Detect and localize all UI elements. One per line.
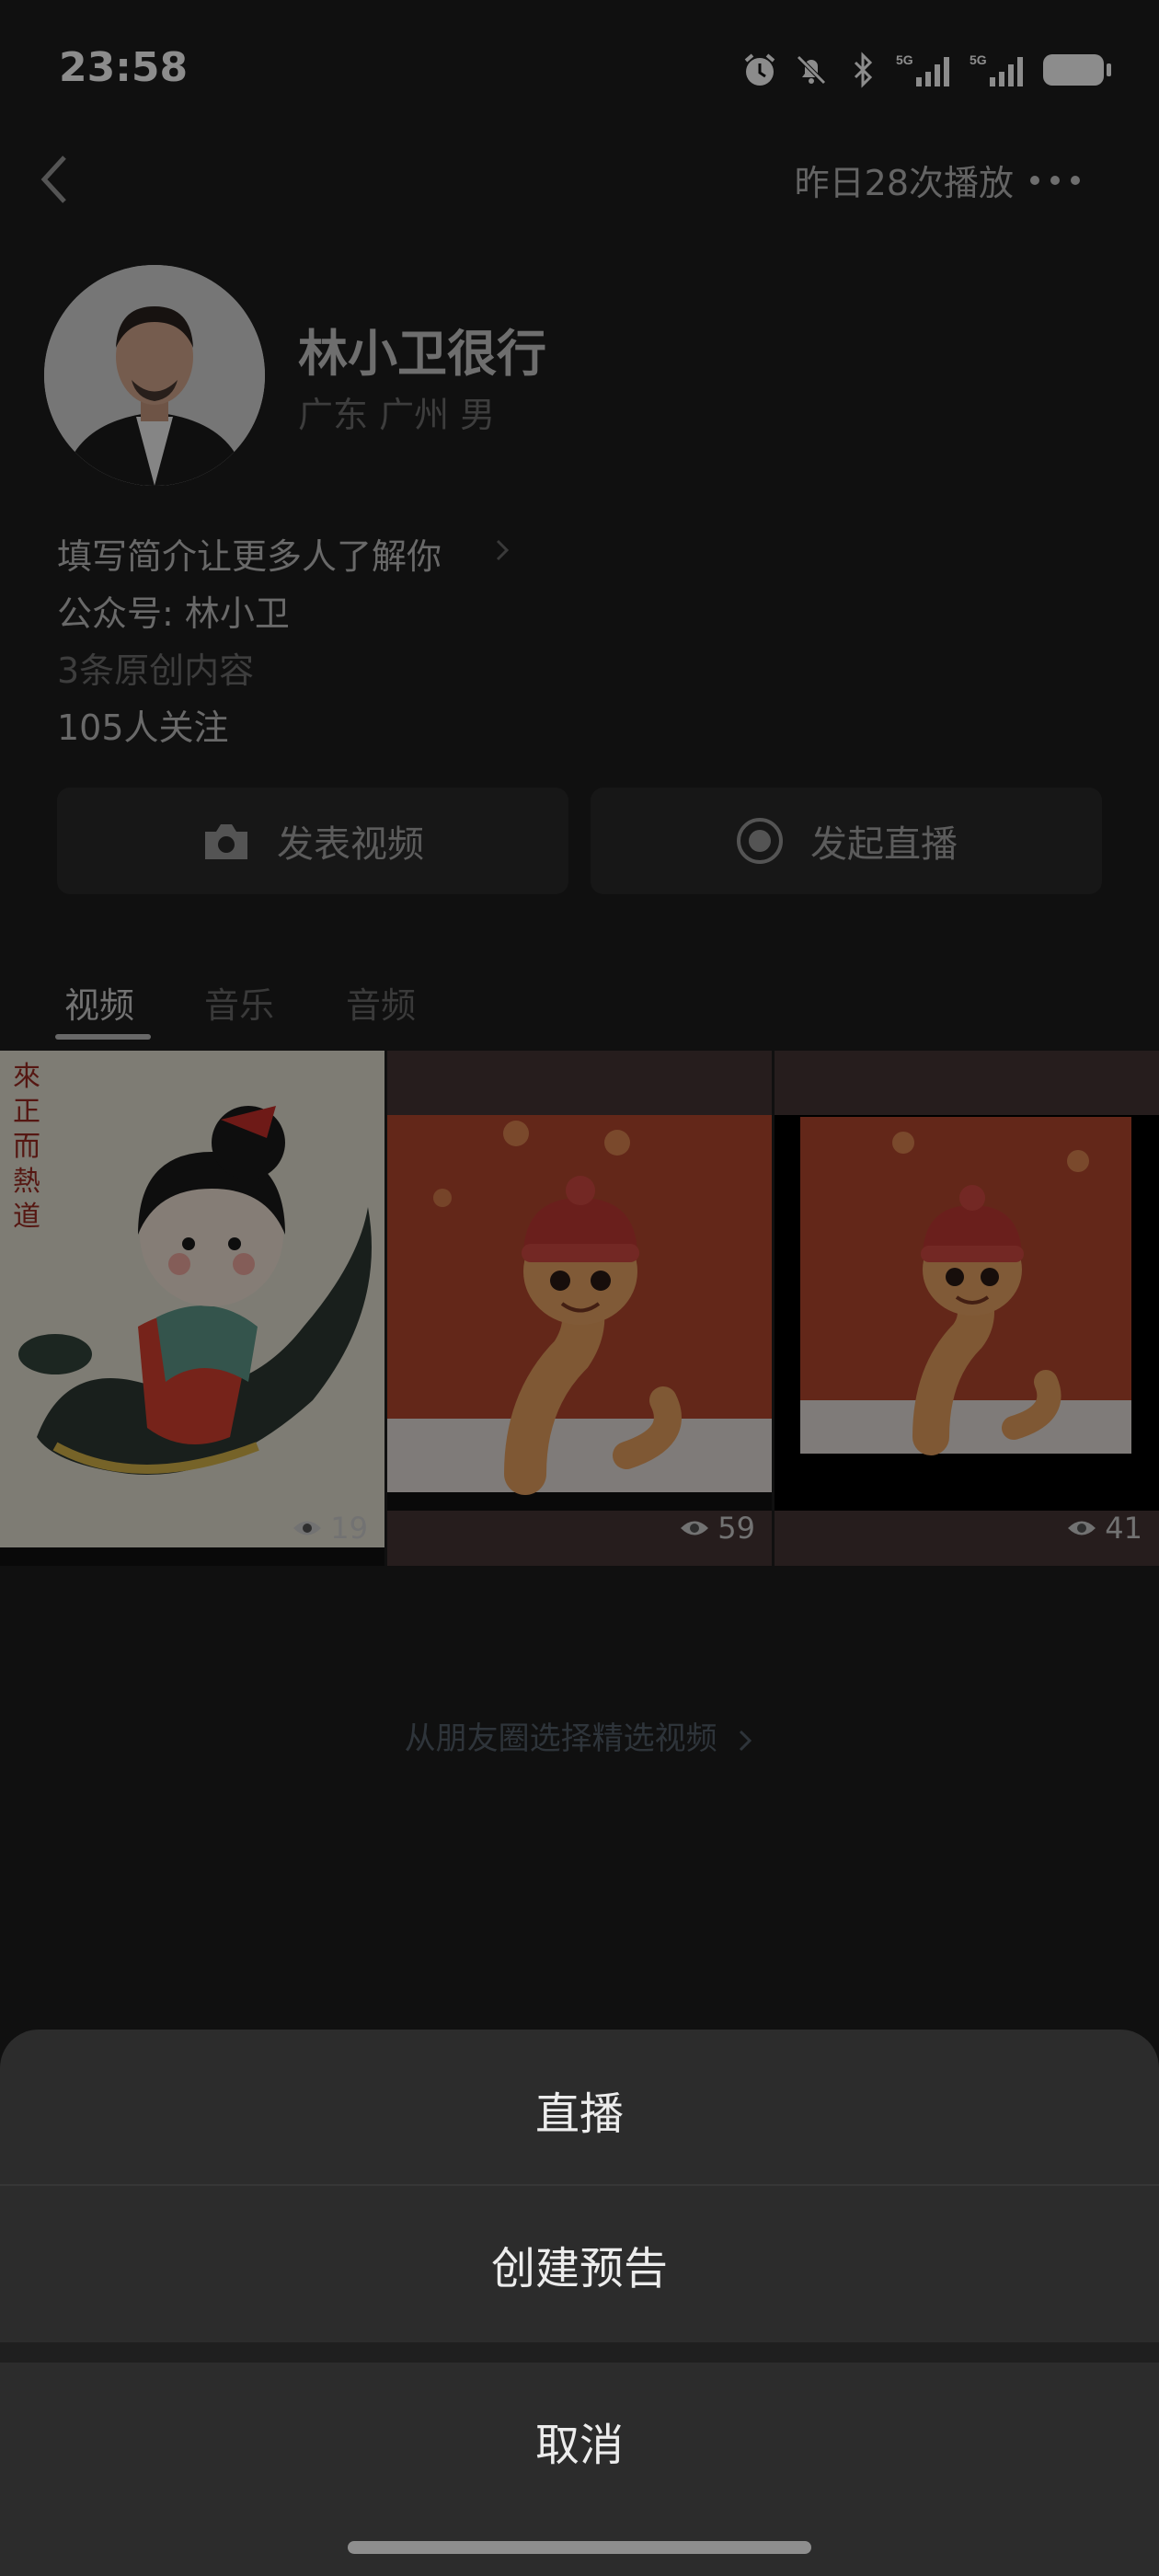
cancel-button[interactable]: 取消 (0, 2409, 1159, 2473)
create-notice-option[interactable]: 创建预告 (0, 2232, 1159, 2296)
live-option[interactable]: 直播 (0, 2077, 1159, 2142)
home-indicator[interactable] (348, 2541, 811, 2554)
action-sheet: 直播 创建预告 取消 (0, 2030, 1159, 2576)
profile-page: 23:58 5G 5G 昨日28次播放 林小卫很行 广东 广州 男 填写简介让更… (0, 0, 1159, 2576)
divider (0, 2342, 1159, 2363)
divider (0, 2184, 1159, 2186)
